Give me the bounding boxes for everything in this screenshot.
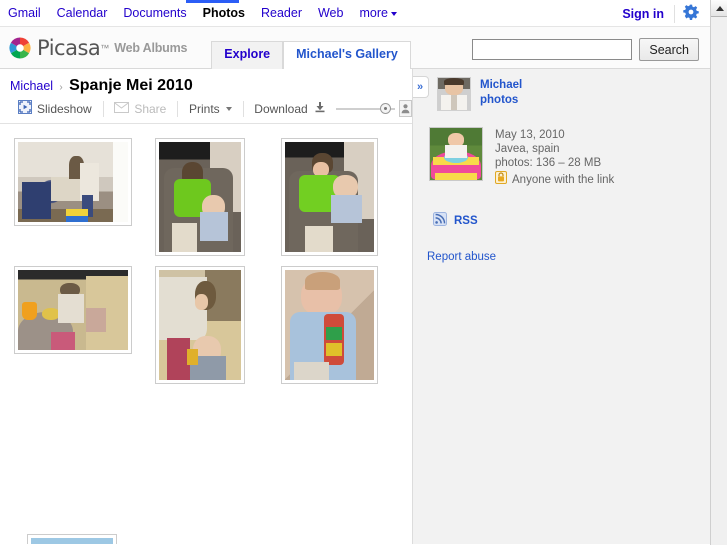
album-summary: May 13, 2010 Javea, spain photos: 136 – … [413, 111, 727, 188]
lock-icon [495, 171, 507, 188]
picasa-subtitle: Web Albums [114, 41, 188, 55]
photo-grid-row [0, 394, 412, 544]
slideshow-icon [18, 100, 32, 117]
rss-label[interactable]: RSS [454, 215, 478, 227]
owner-links: Michael photos [480, 77, 522, 111]
picasa-tabs: Explore Michael's Gallery [211, 27, 411, 69]
album-pane: Michael › Spanje Mei 2010 Slideshow Shar… [0, 69, 413, 544]
envelope-icon [114, 101, 130, 116]
divider [242, 100, 244, 117]
photo-image-7 [31, 538, 113, 544]
photo-grid-row [0, 138, 412, 266]
album-visibility: Anyone with the link [495, 171, 614, 188]
gbar-more-label: more [359, 6, 388, 20]
photo-grid-row [0, 266, 412, 394]
breadcrumb-separator: › [59, 82, 63, 93]
breadcrumb: Michael › Spanje Mei 2010 [0, 69, 412, 95]
album-thumbnail[interactable] [429, 127, 483, 181]
gbar-link-photos[interactable]: Photos [203, 0, 245, 26]
rss-icon [433, 212, 447, 229]
chevron-down-icon [225, 106, 232, 111]
person-icon [401, 104, 410, 114]
slideshow-label: Slideshow [37, 101, 92, 116]
share-label: Share [134, 101, 167, 116]
photo-thumbnail-4[interactable] [14, 266, 132, 354]
sign-in-link[interactable]: Sign in [622, 7, 664, 21]
picasa-pinwheel-logo-icon [8, 36, 32, 60]
gear-icon[interactable] [683, 4, 699, 23]
download-label: Download [254, 101, 308, 116]
album-info-sidebar: » Michael photos May 13, 2010 Javea, spa… [413, 69, 727, 544]
search-input[interactable] [472, 39, 633, 60]
picasa-header: Picasa ™ Web Albums Explore Michael's Ga… [0, 27, 727, 69]
owner-name-link[interactable]: Michael [480, 78, 522, 93]
gbar-more-menu[interactable]: more [359, 6, 397, 20]
download-icon [314, 101, 326, 116]
report-abuse-link[interactable]: Report abuse [413, 229, 727, 263]
photo-image-6 [285, 270, 374, 380]
chevron-up-icon [715, 5, 724, 11]
photo-image-1 [18, 142, 128, 222]
gbar-link-gmail[interactable]: Gmail [8, 0, 41, 26]
divider [177, 100, 178, 117]
trademark-symbol: ™ [100, 43, 110, 53]
photo-thumbnail-3[interactable] [281, 138, 378, 256]
picasa-logo[interactable]: Picasa ™ Web Albums [0, 36, 187, 68]
share-button: Share [108, 101, 172, 116]
page-title: Spanje Mei 2010 [69, 77, 193, 94]
photo-grid [0, 124, 412, 544]
prints-label: Prints [188, 101, 220, 116]
breadcrumb-owner-link[interactable]: Michael [10, 79, 53, 93]
sidebar-collapse-button[interactable]: » [413, 76, 429, 98]
rss-link[interactable]: RSS [413, 188, 727, 229]
photo-thumbnail-6[interactable] [281, 266, 378, 384]
thumbnail-size-slider[interactable] [335, 102, 395, 116]
google-services-bar: Gmail Calendar Documents Photos Reader W… [0, 0, 727, 27]
tab-explore[interactable]: Explore [211, 41, 284, 69]
search-area: Search [472, 38, 699, 61]
visibility-label: Anyone with the link [512, 173, 615, 186]
gbar-link-web[interactable]: Web [318, 0, 343, 26]
slider-knob[interactable] [379, 102, 391, 114]
slideshow-button[interactable]: Slideshow [12, 100, 98, 117]
download-button[interactable]: Download [248, 101, 331, 116]
photo-thumbnail-5[interactable] [155, 266, 245, 384]
gbar-right-group: Sign in [622, 0, 699, 27]
gbar-link-calendar[interactable]: Calendar [57, 0, 108, 26]
photo-image-2 [159, 142, 241, 252]
album-date: May 13, 2010 [495, 129, 565, 141]
owner-info: Michael photos [413, 69, 727, 111]
scroll-up-button[interactable] [711, 0, 727, 17]
album-toolbar: Slideshow Share Prints Download [0, 95, 412, 124]
gbar-link-documents[interactable]: Documents [123, 0, 186, 26]
page-scrollbar[interactable] [710, 0, 727, 545]
tab-michaels-gallery[interactable]: Michael's Gallery [283, 41, 411, 69]
chevron-down-icon [390, 11, 397, 16]
gbar-link-reader[interactable]: Reader [261, 0, 302, 26]
picasa-web-albums-page: Gmail Calendar Documents Photos Reader W… [0, 0, 727, 545]
avatar[interactable] [437, 77, 471, 111]
divider [674, 4, 675, 23]
photo-image-3 [285, 142, 374, 252]
report-abuse-label[interactable]: Report abuse [427, 251, 496, 263]
search-button[interactable]: Search [639, 38, 699, 61]
people-view-button[interactable] [399, 100, 412, 117]
picasa-wordmark: Picasa [37, 35, 101, 60]
photo-image-5 [159, 270, 241, 380]
album-metadata: May 13, 2010 Javea, spain photos: 136 – … [495, 127, 614, 188]
photo-thumbnail-7[interactable] [27, 534, 117, 544]
page-body: Michael › Spanje Mei 2010 Slideshow Shar… [0, 69, 727, 544]
album-stats: photos: 136 – 28 MB [495, 157, 602, 169]
photo-image-4 [18, 270, 128, 350]
album-location: Javea, spain [495, 143, 560, 155]
divider [102, 100, 104, 117]
photo-thumbnail-2[interactable] [155, 138, 245, 256]
prints-menu[interactable]: Prints [183, 102, 238, 116]
owner-photos-link[interactable]: photos [480, 93, 522, 108]
photo-thumbnail-1[interactable] [14, 138, 132, 226]
